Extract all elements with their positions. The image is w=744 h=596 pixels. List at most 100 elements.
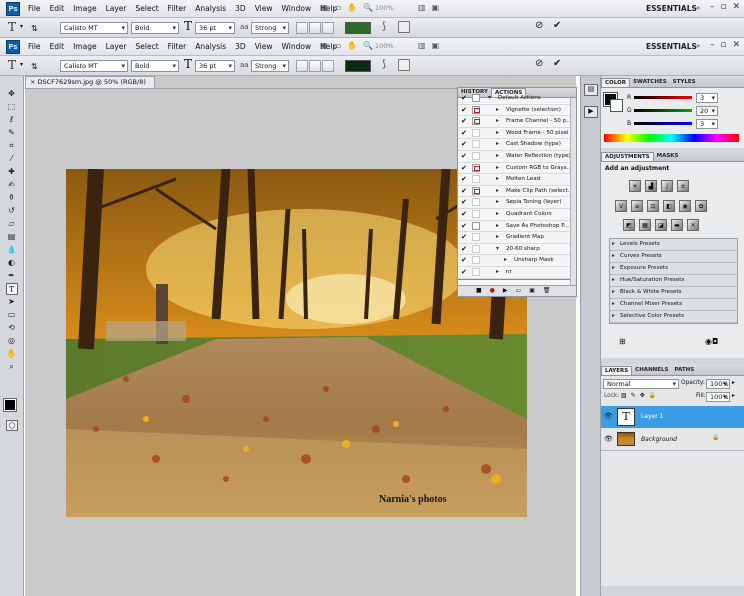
actions-panel-icon[interactable]: ▶: [584, 106, 598, 118]
zoom-icon[interactable]: 🔍: [363, 41, 373, 50]
tool-preset-chevron-icon[interactable]: ▾: [20, 23, 23, 30]
arrange-icon[interactable]: ▥: [418, 41, 426, 50]
action-dialog-toggle[interactable]: [472, 105, 480, 114]
path-selection-tool-icon[interactable]: ➤: [6, 296, 18, 308]
bridge-icon[interactable]: ▦: [320, 41, 328, 50]
commit-edits-icon[interactable]: ✔: [553, 58, 561, 69]
opacity-chevron-icon[interactable]: ▸: [732, 379, 735, 386]
action-toggle-checkmark-icon[interactable]: ✔: [461, 176, 468, 183]
preset-exposure[interactable]: Exposure Presets: [610, 263, 737, 275]
action-toggle-checkmark-icon[interactable]: ✔: [461, 141, 468, 148]
action-row[interactable]: ✔ ▸ Gradient Map: [458, 232, 576, 244]
action-toggle-checkmark-icon[interactable]: ✔: [461, 106, 468, 114]
vibrance-icon[interactable]: V: [615, 200, 627, 212]
exposure-icon[interactable]: ±: [677, 180, 689, 192]
type-tool-icon[interactable]: T: [8, 58, 16, 72]
opacity-input[interactable]: 100%: [706, 379, 730, 389]
action-row[interactable]: ✔ ▸ Save As Photoshop P...: [458, 221, 576, 233]
3d-orbit-tool-icon[interactable]: ◎: [6, 335, 18, 347]
workspace-chevron-icon[interactable]: »: [696, 42, 700, 50]
preset-hue-saturation[interactable]: Hue/Saturation Presets: [610, 275, 737, 287]
menu-analysis[interactable]: Analysis: [195, 4, 226, 13]
quick-mask-icon[interactable]: ◯: [6, 420, 18, 431]
action-row[interactable]: ✔ ▸ nr: [458, 267, 576, 279]
action-dialog-toggle[interactable]: [472, 94, 480, 102]
new-set-icon[interactable]: ▭: [516, 286, 522, 296]
blur-tool-icon[interactable]: 💧: [6, 244, 18, 256]
menu-layer[interactable]: Layer: [106, 4, 127, 13]
zoom-tool-icon[interactable]: ⌕: [6, 361, 18, 373]
action-dialog-toggle[interactable]: [472, 256, 480, 265]
action-toggle-checkmark-icon[interactable]: ✔: [461, 245, 468, 253]
cancel-edits-icon[interactable]: ⊘: [535, 58, 543, 69]
menu-view[interactable]: View: [255, 42, 273, 51]
menu-edit[interactable]: Edit: [50, 4, 65, 13]
action-toggle-checkmark-icon[interactable]: ✔: [461, 152, 468, 160]
action-toggle-checkmark-icon[interactable]: ✔: [461, 164, 468, 172]
type-tool-icon[interactable]: T: [8, 20, 16, 34]
expand-triangle-icon[interactable]: ▸: [496, 187, 499, 194]
warp-text-icon[interactable]: ⟆: [382, 21, 386, 32]
align-left-button[interactable]: [296, 60, 308, 72]
action-row[interactable]: ✔ ▸ Quadrant Colors: [458, 209, 576, 221]
tool-preset-chevron-icon[interactable]: ▾: [20, 61, 23, 68]
menu-file[interactable]: File: [28, 42, 41, 51]
lasso-tool-icon[interactable]: ℓ: [6, 114, 18, 126]
zoom-level[interactable]: 100%: [375, 4, 394, 12]
3d-rotate-tool-icon[interactable]: ⟲: [6, 322, 18, 334]
action-dialog-toggle[interactable]: [472, 198, 480, 207]
hue-saturation-icon[interactable]: ≡: [631, 200, 643, 212]
photo-filter-icon[interactable]: ◉: [679, 200, 691, 212]
action-dialog-toggle[interactable]: [472, 140, 480, 149]
text-color-swatch[interactable]: [345, 22, 371, 34]
background-color-chip[interactable]: [610, 99, 623, 112]
fill-chevron-icon[interactable]: ▸: [732, 392, 735, 399]
blend-mode-select[interactable]: Normal: [603, 379, 679, 389]
dodge-tool-icon[interactable]: ◐: [6, 257, 18, 269]
menu-filter[interactable]: Filter: [168, 42, 187, 51]
marquee-tool-icon[interactable]: ⬚: [6, 101, 18, 113]
shape-tool-icon[interactable]: ▭: [6, 309, 18, 321]
workspace-chevron-icon[interactable]: »: [696, 4, 700, 12]
action-toggle-checkmark-icon[interactable]: ✔: [461, 210, 468, 218]
menu-layer[interactable]: Layer: [106, 42, 127, 51]
crop-tool-icon[interactable]: ⌗: [6, 140, 18, 152]
expand-triangle-icon[interactable]: ▸: [496, 175, 499, 182]
lock-pixels-icon[interactable]: ✎: [631, 392, 636, 399]
align-right-button[interactable]: [322, 22, 334, 34]
action-toggle-checkmark-icon[interactable]: ✔: [461, 187, 468, 195]
minibridge-icon[interactable]: ▭: [334, 41, 342, 50]
brightness-contrast-icon[interactable]: ☀: [629, 180, 641, 192]
expand-triangle-icon[interactable]: ▸: [496, 164, 499, 171]
text-orientation-icon[interactable]: ⇅: [31, 24, 38, 33]
brush-tool-icon[interactable]: ✍: [6, 179, 18, 191]
menu-select[interactable]: Select: [136, 42, 159, 51]
hand-tool-icon[interactable]: ✋: [6, 348, 18, 360]
tab-swatches[interactable]: SWATCHES: [630, 78, 670, 87]
menu-view[interactable]: View: [255, 4, 273, 13]
gradient-map-icon[interactable]: ▬: [671, 219, 683, 231]
eyedropper-tool-icon[interactable]: ⁄: [6, 153, 18, 165]
minimize-icon[interactable]: –: [710, 40, 715, 50]
action-row[interactable]: ✔ ▾ 20-60 sharp: [458, 244, 576, 256]
action-dialog-toggle[interactable]: [472, 186, 480, 195]
play-icon[interactable]: ▶: [503, 286, 508, 296]
foreground-color-swatch[interactable]: [3, 398, 17, 412]
color-ramp[interactable]: [604, 134, 739, 142]
align-left-button[interactable]: [296, 22, 308, 34]
zoom-level[interactable]: 100%: [375, 42, 394, 50]
menu-window[interactable]: Window: [282, 42, 312, 51]
channel-r-input[interactable]: 3: [696, 93, 718, 103]
layer-name[interactable]: Layer 1: [641, 413, 663, 420]
commit-edits-icon[interactable]: ✔: [553, 20, 561, 31]
preset-black-white[interactable]: Black & White Presets: [610, 287, 737, 299]
history-panel-icon[interactable]: ▤: [584, 84, 598, 96]
expand-triangle-icon[interactable]: ▸: [496, 198, 499, 205]
action-dialog-toggle[interactable]: [472, 244, 480, 253]
close-icon[interactable]: ✕: [733, 2, 741, 12]
black-white-icon[interactable]: ◧: [663, 200, 675, 212]
adjustments-menu-icon[interactable]: ◉◘: [705, 337, 718, 346]
menu-image[interactable]: Image: [73, 42, 97, 51]
history-brush-tool-icon[interactable]: ↺: [6, 205, 18, 217]
screen-mode-icon[interactable]: ▣: [432, 41, 440, 50]
